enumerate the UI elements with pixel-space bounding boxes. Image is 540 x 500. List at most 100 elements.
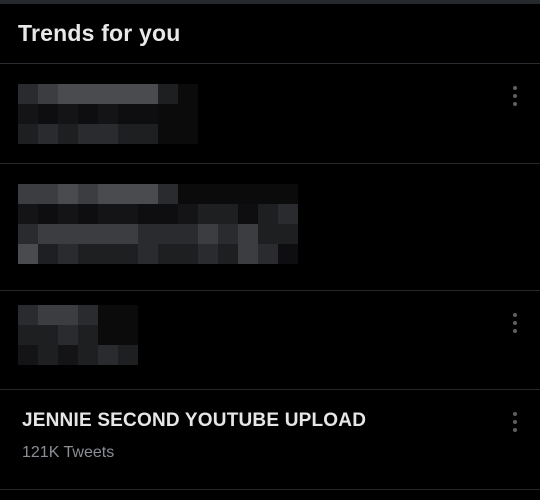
redaction-pixel	[38, 124, 58, 144]
redaction-pixel	[98, 204, 118, 224]
redaction-pixel	[18, 244, 38, 264]
redaction-pixel	[178, 204, 198, 224]
redaction-pixel	[118, 84, 138, 104]
redaction-pixel	[18, 345, 38, 365]
redaction-pixel	[158, 244, 178, 264]
redaction-pixel	[78, 244, 98, 264]
redaction-pixel	[58, 325, 78, 345]
redaction-pixel	[18, 184, 38, 204]
redaction-pixel	[38, 224, 58, 244]
redaction-pixel	[98, 124, 118, 144]
redaction-pixel	[138, 244, 158, 264]
redaction-pixel	[18, 84, 38, 104]
redaction-pixel	[58, 224, 78, 244]
redaction-pixel	[58, 204, 78, 224]
redaction-pixel	[38, 325, 58, 345]
redaction-pixel	[218, 204, 238, 224]
trend-item[interactable]	[0, 164, 540, 291]
redaction-pixel	[98, 244, 118, 264]
redaction-pixel	[278, 224, 298, 244]
redaction-pixel	[178, 244, 198, 264]
section-title: Trends for you	[18, 20, 181, 46]
redaction-pixel	[38, 244, 58, 264]
redaction-pixel	[258, 224, 278, 244]
redaction-pixel	[198, 244, 218, 264]
redaction-pixel	[18, 325, 38, 345]
redaction-pixel	[138, 204, 158, 224]
redaction-pixel	[18, 224, 38, 244]
redaction-pixel	[38, 104, 58, 124]
redaction-pixel	[18, 104, 38, 124]
redaction-pixel	[78, 325, 98, 345]
redacted-trend-content	[18, 84, 198, 144]
redaction-pixel	[98, 184, 118, 204]
more-vertical-icon[interactable]	[512, 313, 518, 333]
redaction-pixel	[78, 305, 98, 325]
redaction-pixel	[18, 305, 38, 325]
redaction-pixel	[38, 305, 58, 325]
redaction-pixel	[278, 244, 298, 264]
redaction-pixel	[118, 104, 138, 124]
redaction-pixel	[258, 244, 278, 264]
redaction-pixel	[78, 124, 98, 144]
redaction-pixel	[18, 124, 38, 144]
redaction-pixel	[118, 345, 138, 365]
trends-header: Trends for you	[0, 4, 540, 64]
redaction-pixel	[238, 224, 258, 244]
redaction-pixel	[58, 124, 78, 144]
redaction-pixel	[38, 184, 58, 204]
redaction-pixel	[258, 204, 278, 224]
trend-item[interactable]	[0, 291, 540, 390]
trend-item[interactable]	[0, 64, 540, 164]
redaction-pixel	[138, 124, 158, 144]
redaction-pixel	[58, 305, 78, 325]
redacted-trend-content	[18, 184, 298, 264]
redaction-pixel	[118, 184, 138, 204]
redaction-pixel	[278, 204, 298, 224]
redaction-pixel	[78, 204, 98, 224]
redaction-pixel	[38, 204, 58, 224]
redaction-pixel	[78, 224, 98, 244]
redaction-pixel	[238, 244, 258, 264]
redaction-pixel	[118, 244, 138, 264]
redaction-pixel	[58, 244, 78, 264]
trend-name: JENNIE SECOND YOUTUBE UPLOAD	[22, 410, 367, 431]
redaction-pixel	[58, 84, 78, 104]
redaction-pixel	[78, 84, 98, 104]
redaction-pixel	[198, 204, 218, 224]
redaction-pixel	[118, 224, 138, 244]
redaction-pixel	[138, 84, 158, 104]
redaction-pixel	[158, 184, 178, 204]
redaction-pixel	[98, 345, 118, 365]
redacted-trend-content	[18, 305, 138, 365]
redaction-pixel	[218, 244, 238, 264]
redaction-pixel	[78, 345, 98, 365]
redaction-pixel	[118, 124, 138, 144]
redaction-pixel	[238, 204, 258, 224]
redaction-pixel	[158, 204, 178, 224]
redaction-pixel	[178, 224, 198, 244]
redaction-pixel	[78, 184, 98, 204]
trend-tweet-count: 121K Tweets	[22, 444, 115, 461]
redaction-pixel	[138, 184, 158, 204]
redaction-pixel	[98, 104, 118, 124]
redaction-pixel	[138, 224, 158, 244]
redaction-pixel	[38, 84, 58, 104]
trend-item[interactable]: JENNIE SECOND YOUTUBE UPLOAD 121K Tweets	[0, 390, 540, 490]
redaction-pixel	[18, 204, 38, 224]
redaction-pixel	[98, 224, 118, 244]
more-vertical-icon[interactable]	[512, 86, 518, 106]
redaction-pixel	[58, 104, 78, 124]
redaction-pixel	[78, 104, 98, 124]
redaction-pixel	[158, 84, 178, 104]
redaction-pixel	[158, 224, 178, 244]
redaction-pixel	[38, 345, 58, 365]
more-vertical-icon[interactable]	[512, 412, 518, 432]
redaction-pixel	[58, 345, 78, 365]
redaction-pixel	[58, 184, 78, 204]
redaction-pixel	[198, 224, 218, 244]
redaction-pixel	[118, 204, 138, 224]
redaction-pixel	[218, 224, 238, 244]
redaction-pixel	[98, 84, 118, 104]
redaction-pixel	[138, 104, 158, 124]
